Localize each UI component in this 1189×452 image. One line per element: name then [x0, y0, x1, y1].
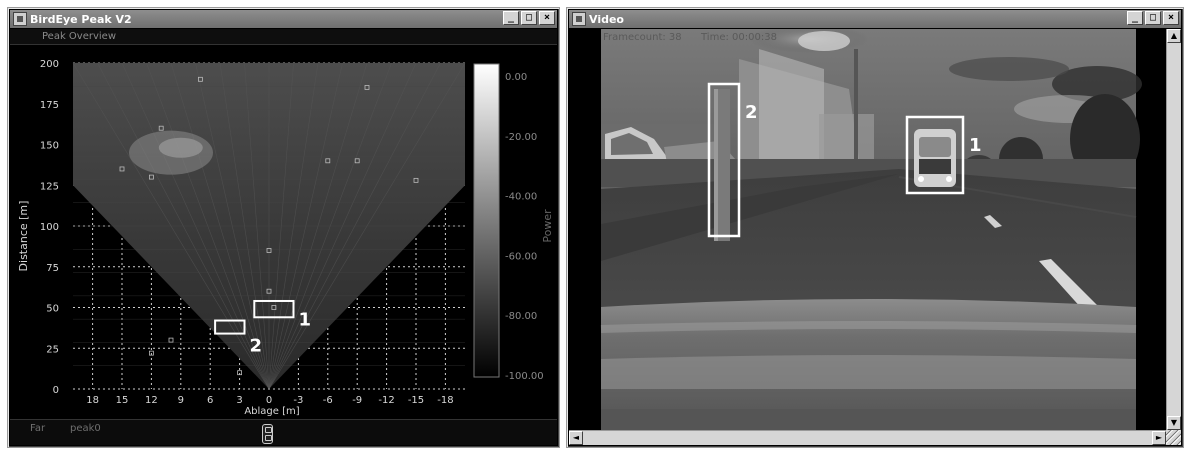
radar-target-label-2: 2 [250, 336, 263, 357]
colorbar-tick-label: -80.00 [505, 311, 537, 322]
radar-target-label-1: 1 [299, 309, 312, 330]
scroll-down-button[interactable]: ▼ [1167, 416, 1181, 430]
y-tick-label: 175 [40, 100, 59, 111]
colorbar-label: Power [541, 209, 554, 243]
x-tick-label: -3 [293, 395, 303, 406]
minimize-button[interactable]: _ [503, 11, 519, 25]
x-tick-label: 0 [266, 395, 272, 406]
road-scene [600, 29, 1142, 430]
app-icon [13, 12, 27, 26]
time-overlay: Time: 00:00:38 [701, 32, 777, 43]
x-tick-label: 18 [86, 395, 99, 406]
colorbar-tick-label: 0.00 [505, 72, 527, 83]
video-title: Video [589, 12, 624, 26]
birdeye-footer: Far peak0 [10, 419, 557, 445]
x-tick-label: 9 [178, 395, 184, 406]
vertical-scrollbar[interactable]: ▲ ▼ [1166, 29, 1181, 430]
bright-cluster-core [158, 137, 203, 158]
x-tick-label: -18 [437, 395, 453, 406]
footer-far-label: Far [30, 423, 46, 434]
y-tick-label: 150 [40, 141, 59, 152]
x-tick-label: 12 [145, 395, 158, 406]
y-tick-label: 125 [40, 181, 59, 192]
y-tick-label: 75 [46, 263, 59, 274]
video-window: Video _ □ × 2 1 Framecount: 38 Time: 00:… [566, 7, 1184, 448]
footer-peak-label: peak0 [70, 423, 101, 434]
maximize-button[interactable]: □ [521, 11, 537, 25]
scroll-right-button[interactable]: ► [1152, 431, 1166, 445]
horizontal-scrollbar[interactable]: ◄ ► [569, 430, 1166, 445]
close-button[interactable]: × [539, 11, 555, 25]
resize-grip[interactable] [1166, 430, 1181, 445]
x-axis-label: Ablage [m] [244, 406, 299, 417]
scroll-up-button[interactable]: ▲ [1167, 29, 1181, 43]
colorbar-tick-label: -40.00 [505, 192, 537, 203]
colorbar [473, 63, 500, 378]
y-tick-label: 200 [40, 59, 59, 70]
video-minimize-button[interactable]: _ [1127, 11, 1143, 25]
video-close-button[interactable]: × [1163, 11, 1179, 25]
car-icon [262, 424, 273, 444]
radar-chart: 12 2001751501251007550250 18 15 12 9 6 3 0 -3 -6… [17, 59, 554, 417]
y-tick-label: 50 [46, 304, 59, 315]
birdeye-window: BirdEye Peak V2 _ □ × Peak Overview 1 2 … [7, 7, 560, 448]
scroll-left-button[interactable]: ◄ [569, 431, 583, 445]
x-tick-label: -9 [352, 395, 362, 406]
y-tick-label: 100 [40, 222, 59, 233]
x-tick-label: -12 [378, 395, 394, 406]
x-tick-label: 3 [236, 395, 242, 406]
video-frame: 2 1 Framecount: 38 Time: 00:00:38 [569, 29, 1166, 430]
colorbar-tick-label: -60.00 [505, 251, 537, 262]
birdeye-title: BirdEye Peak V2 [30, 12, 132, 26]
target-box-1-label: 1 [969, 135, 982, 156]
peak-marker [168, 337, 174, 343]
birdeye-titlebar[interactable]: BirdEye Peak V2 _ □ × [10, 10, 557, 28]
video-image: 2 1 [569, 29, 1166, 430]
y-tick-label: 25 [46, 344, 59, 355]
y-axis-label: Distance [m] [17, 201, 30, 272]
x-tick-label: 6 [207, 395, 213, 406]
framecount-overlay: Framecount: 38 [603, 32, 682, 43]
y-tick-label: 0 [53, 385, 59, 396]
colorbar-tick-label: -20.00 [505, 132, 537, 143]
colorbar-tick-label: -100.00 [505, 371, 544, 382]
x-tick-label: -15 [408, 395, 424, 406]
peak-overview-header: Peak Overview [10, 29, 557, 45]
radar-chart-area: 12 200 175 150 125 100 75 50 25 0 18 15 12 9 6 3 0 -3 -6… [10, 46, 559, 418]
x-tick-label: 15 [116, 395, 129, 406]
video-app-icon [572, 12, 586, 26]
x-tick-label: -6 [323, 395, 333, 406]
video-maximize-button[interactable]: □ [1145, 11, 1161, 25]
video-titlebar[interactable]: Video _ □ × [569, 10, 1181, 28]
target-box-2-label: 2 [745, 102, 758, 123]
